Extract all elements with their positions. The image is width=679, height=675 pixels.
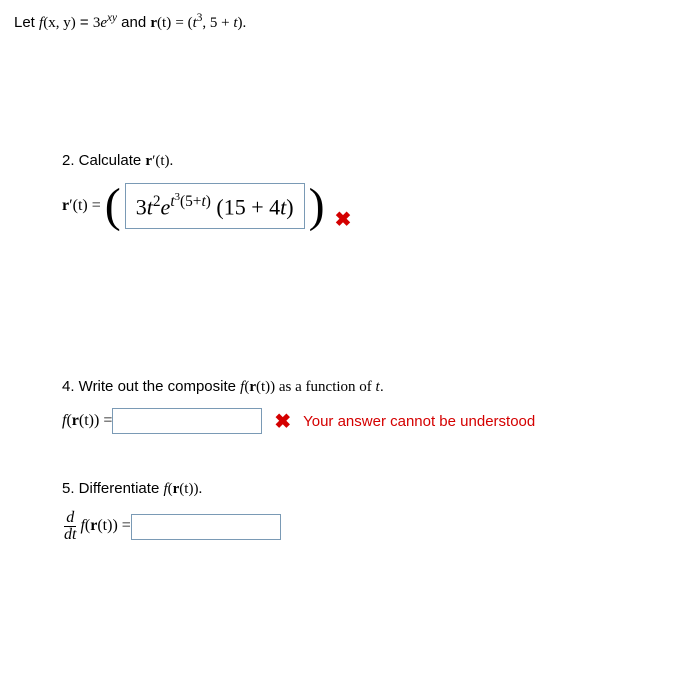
question-4: 4. Write out the composite f(r(t)) as a … [62,378,665,434]
question-5: 5. Differentiate f(r(t)). d dt f(r(t)) = [62,480,665,543]
q4-answer-row: f(r(t)) = ✖ Your answer cannot be unders… [62,408,665,434]
q2-answer-input[interactable]: 3t2et3(5+t) (15 + 4t) [125,183,305,229]
q5-lhs: d dt f(r(t)) = [62,510,131,543]
derivative-fraction: d dt [62,510,78,543]
q2-lhs: r′(t) = [62,197,101,215]
right-paren: ) [305,182,329,230]
q4-lhs: f(r(t)) = [62,412,112,430]
q2-answer-row: r′(t) = ( 3t2et3(5+t) (15 + 4t) ) ✖ [62,182,665,230]
let-text: Let [14,14,39,31]
f-args: (x, y) [43,15,76,31]
wrong-icon: ✖ [329,207,358,232]
problem-statement: Let f(x, y) = 3exy and r(t) = (t3, 5 + t… [14,12,665,32]
q5-answer-input[interactable] [131,514,281,540]
q2-answer-value: 3t2et3(5+t) (15 + 4t) [136,191,294,220]
q2-prompt: 2. Calculate r′(t). [62,152,665,170]
wrong-icon: ✖ [268,409,297,434]
left-paren: ( [101,182,125,230]
r-rhs: = (t3, 5 + t). [175,15,246,31]
q5-prompt: 5. Differentiate f(r(t)). [62,480,665,498]
q4-prompt: 4. Write out the composite f(r(t)) as a … [62,378,665,396]
question-2: 2. Calculate r′(t). r′(t) = ( 3t2et3(5+t… [62,152,665,230]
q5-answer-row: d dt f(r(t)) = [62,510,665,543]
f-rhs: 3exy [93,15,117,31]
q4-answer-input[interactable] [112,408,262,434]
q4-error-message: Your answer cannot be understood [303,413,535,430]
